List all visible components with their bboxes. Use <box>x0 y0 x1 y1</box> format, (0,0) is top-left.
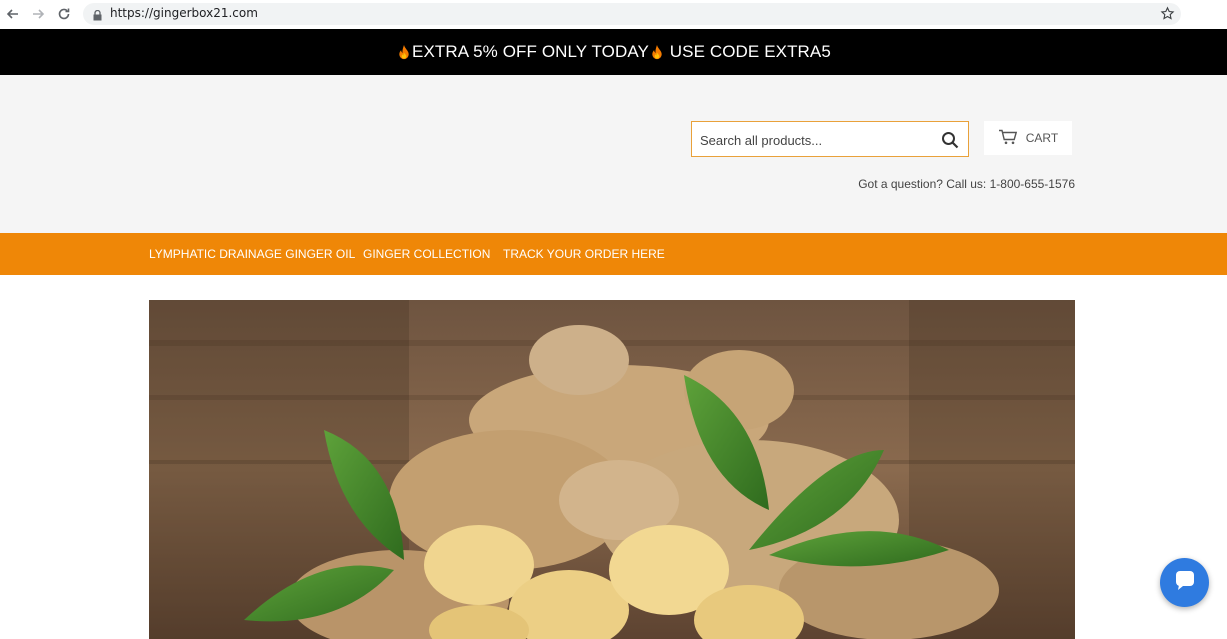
nav-item-track-order[interactable]: TRACK YOUR ORDER HERE <box>503 247 665 261</box>
hero-image <box>149 300 1075 639</box>
phone-contact: Got a question? Call us: 1-800-655-1576 <box>858 177 1075 191</box>
announcement-text-2: USE CODE EXTRA5 <box>664 42 831 61</box>
chat-button[interactable] <box>1160 558 1209 607</box>
chat-icon <box>1174 569 1196 596</box>
search-input[interactable] <box>700 130 930 150</box>
fire-icon <box>399 44 409 59</box>
forward-arrow-icon[interactable] <box>30 6 46 22</box>
site-header: CART Got a question? Call us: 1-800-655-… <box>0 75 1227 233</box>
address-bar[interactable]: https://gingerbox21.com <box>83 3 1181 25</box>
announcement-text-1: EXTRA 5% OFF ONLY TODAY <box>412 42 649 61</box>
main-navigation: LYMPHATIC DRAINAGE GINGER OIL GINGER COL… <box>0 233 1227 275</box>
lock-icon <box>93 8 102 26</box>
reload-icon[interactable] <box>56 6 72 22</box>
search-box <box>691 121 969 157</box>
fire-icon <box>652 44 662 59</box>
cart-icon <box>998 129 1018 148</box>
announcement-bar: EXTRA 5% OFF ONLY TODAY USE CODE EXTRA5 <box>0 29 1227 75</box>
nav-item-lymphatic-ginger-oil[interactable]: LYMPHATIC DRAINAGE GINGER OIL <box>149 247 355 261</box>
cart-label: CART <box>1025 131 1059 145</box>
star-icon[interactable] <box>1160 6 1175 26</box>
search-icon[interactable] <box>941 131 959 149</box>
browser-toolbar: https://gingerbox21.com <box>0 0 1227 29</box>
nav-item-ginger-collection[interactable]: GINGER COLLECTION <box>363 247 490 261</box>
cart-button[interactable]: CART <box>984 121 1072 155</box>
back-arrow-icon[interactable] <box>5 6 21 22</box>
url-text: https://gingerbox21.com <box>110 6 258 20</box>
